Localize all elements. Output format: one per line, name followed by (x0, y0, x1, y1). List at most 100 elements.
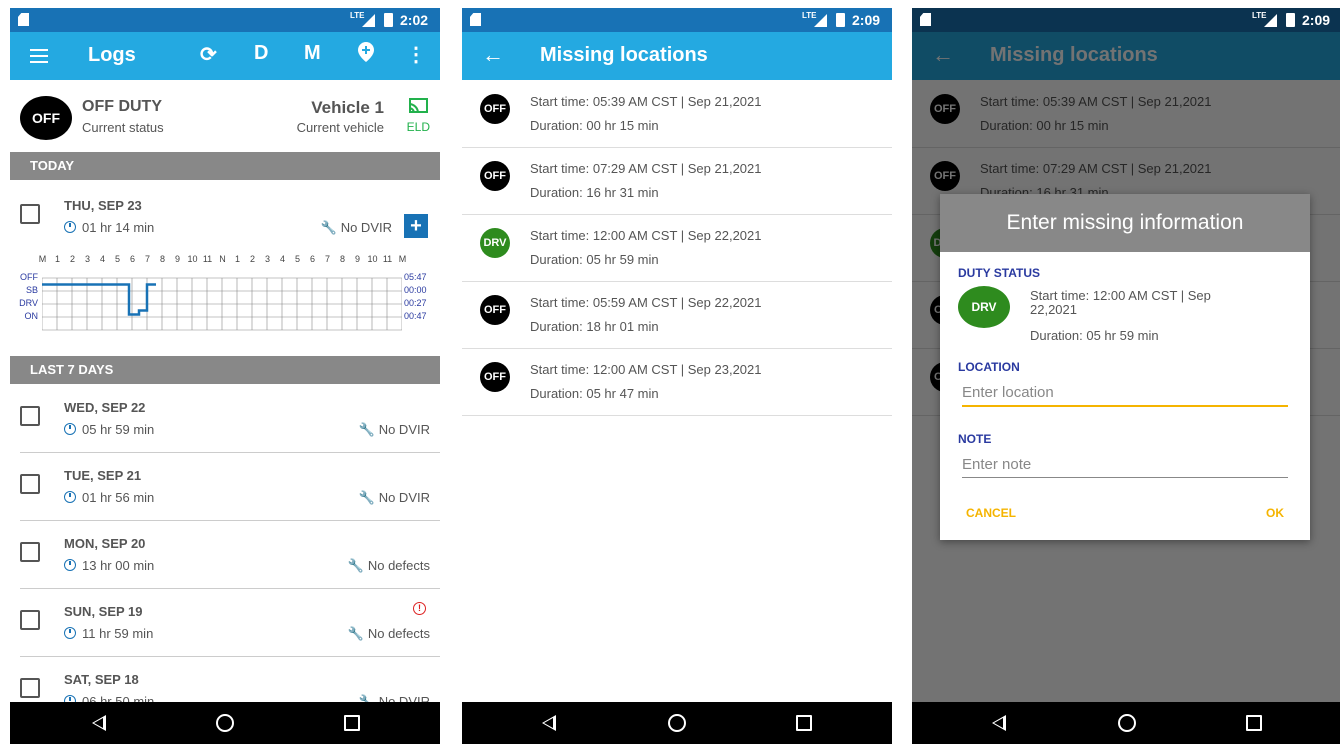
sync-icon[interactable]: ⟳ (200, 42, 217, 67)
duty-badge: OFF (480, 362, 510, 392)
recents-icon[interactable] (344, 715, 360, 731)
today-dvir: 🔧 No DVIR (320, 220, 392, 235)
mechanic-button[interactable]: M (304, 42, 321, 65)
home-icon[interactable] (216, 714, 234, 732)
start-time: Start time: 12:00 AM CST | Sep 23,2021 (530, 362, 762, 377)
duty-total: 00:00 (404, 285, 427, 295)
today-duration: 01 hr 14 min (64, 220, 154, 235)
duration: Duration: 00 hr 15 min (530, 118, 659, 133)
note-label: NOTE (958, 432, 992, 446)
eld-label: ELD (406, 120, 430, 134)
row-divider (20, 588, 440, 589)
hour-label: 2 (69, 254, 75, 264)
day-duration: 05 hr 59 min (64, 422, 154, 437)
current-status-panel: OFF OFF DUTY Current status Vehicle 1 Cu… (10, 80, 440, 152)
clock-icon (64, 423, 76, 435)
back-icon[interactable] (92, 715, 106, 731)
driver-button[interactable]: D (254, 42, 268, 65)
today-checkbox[interactable] (20, 204, 40, 224)
day-checkbox[interactable] (20, 474, 40, 494)
day-dvir: 🔧 No defects (347, 558, 430, 573)
hour-label: 11 (382, 254, 393, 264)
back-icon[interactable] (542, 715, 556, 731)
vehicle-name[interactable]: Vehicle 1 (311, 98, 384, 118)
start-time: Start time: 12:00 AM CST | Sep 22,2021 (530, 228, 762, 243)
day-checkbox[interactable] (20, 542, 40, 562)
add-dvir-button[interactable]: + (404, 214, 428, 238)
start-time: Start time: 05:59 AM CST | Sep 22,2021 (530, 295, 762, 310)
day-duration: 11 hr 59 min (64, 626, 153, 641)
status-bar: LTE 2:09 (462, 8, 892, 32)
missing-location-item[interactable]: OFF Start time: 05:39 AM CST | Sep 21,202… (462, 80, 892, 148)
hour-label: 1 (234, 254, 240, 264)
day-date: TUE, SEP 21 (64, 468, 142, 483)
hour-label: 10 (187, 254, 198, 264)
day-date: MON, SEP 20 (64, 536, 146, 551)
missing-location-item[interactable]: OFF Start time: 05:59 AM CST | Sep 22,202… (462, 281, 892, 349)
row-divider (20, 520, 440, 521)
sd-card-icon (920, 13, 931, 26)
hour-label: 9 (174, 254, 180, 264)
dialog-start-line1: Start time: 12:00 AM CST | Sep (1030, 288, 1211, 303)
hour-label: 10 (367, 254, 378, 264)
day-checkbox[interactable] (20, 610, 40, 630)
status-bar: LTE 2:09 (912, 8, 1340, 32)
today-header: TODAY (10, 152, 440, 180)
duty-row-label: DRV (19, 298, 38, 308)
duty-line (42, 283, 156, 316)
day-dvir: 🔧No DVIR (358, 422, 430, 437)
hour-label: 8 (159, 254, 165, 264)
cancel-button[interactable]: CANCEL (966, 506, 1016, 520)
sd-card-icon (18, 13, 29, 26)
ok-button[interactable]: OK (1266, 506, 1284, 520)
back-icon[interactable] (992, 715, 1006, 731)
app-bar: Logs ⟳ D M ⋮ (10, 32, 440, 80)
hour-label: 5 (114, 254, 120, 264)
hour-label: 11 (202, 254, 213, 264)
note-input[interactable]: Enter note (962, 456, 1288, 478)
missing-location-item[interactable]: OFF Start time: 07:29 AM CST | Sep 21,202… (462, 147, 892, 215)
home-icon[interactable] (668, 714, 686, 732)
battery-icon (384, 13, 393, 27)
status-label: OFF DUTY (82, 98, 162, 115)
duty-row-label: OFF (20, 272, 38, 282)
start-time: Start time: 07:29 AM CST | Sep 21,2021 (530, 161, 762, 176)
nav-bar (10, 702, 440, 744)
missing-location-item[interactable]: DRV Start time: 12:00 AM CST | Sep 22,202… (462, 214, 892, 282)
status-badge[interactable]: OFF (20, 96, 72, 140)
clock-icon (64, 491, 76, 503)
day-checkbox[interactable] (20, 678, 40, 698)
duty-total: 00:27 (404, 298, 427, 308)
recents-icon[interactable] (1246, 715, 1262, 731)
wrench-icon: 🔧 (320, 220, 337, 235)
day-checkbox[interactable] (20, 406, 40, 426)
status-sub: Current status (82, 120, 164, 135)
hour-label: 3 (264, 254, 270, 264)
hour-label: 9 (354, 254, 360, 264)
last7-header: LAST 7 DAYS (10, 356, 440, 384)
dialog-duration: Duration: 05 hr 59 min (1030, 328, 1159, 343)
duty-badge: OFF (480, 94, 510, 124)
overflow-menu-icon[interactable]: ⋮ (406, 42, 426, 67)
alert-icon[interactable]: ! (413, 602, 426, 615)
duty-badge: OFF (480, 295, 510, 325)
missing-location-item[interactable]: OFF Start time: 12:00 AM CST | Sep 23,202… (462, 348, 892, 416)
clock-icon (64, 221, 76, 233)
add-location-icon[interactable] (358, 42, 374, 68)
hour-label: 4 (99, 254, 105, 264)
clock-icon (64, 627, 76, 639)
home-icon[interactable] (1118, 714, 1136, 732)
back-arrow-icon[interactable]: ← (482, 42, 504, 68)
dialog-title: Enter missing information (940, 194, 1310, 252)
hour-label: 3 (84, 254, 90, 264)
duty-total: 00:47 (404, 311, 427, 321)
clock-time: 2:09 (1302, 12, 1331, 28)
clock-time: 2:09 (852, 12, 881, 28)
clock-time: 2:02 (400, 12, 429, 28)
menu-icon[interactable] (30, 49, 48, 63)
wrench-icon: 🔧 (358, 422, 375, 437)
day-duration: 13 hr 00 min (64, 558, 154, 573)
location-input[interactable]: Enter location (962, 384, 1288, 407)
recents-icon[interactable] (796, 715, 812, 731)
hour-label: 6 (309, 254, 315, 264)
